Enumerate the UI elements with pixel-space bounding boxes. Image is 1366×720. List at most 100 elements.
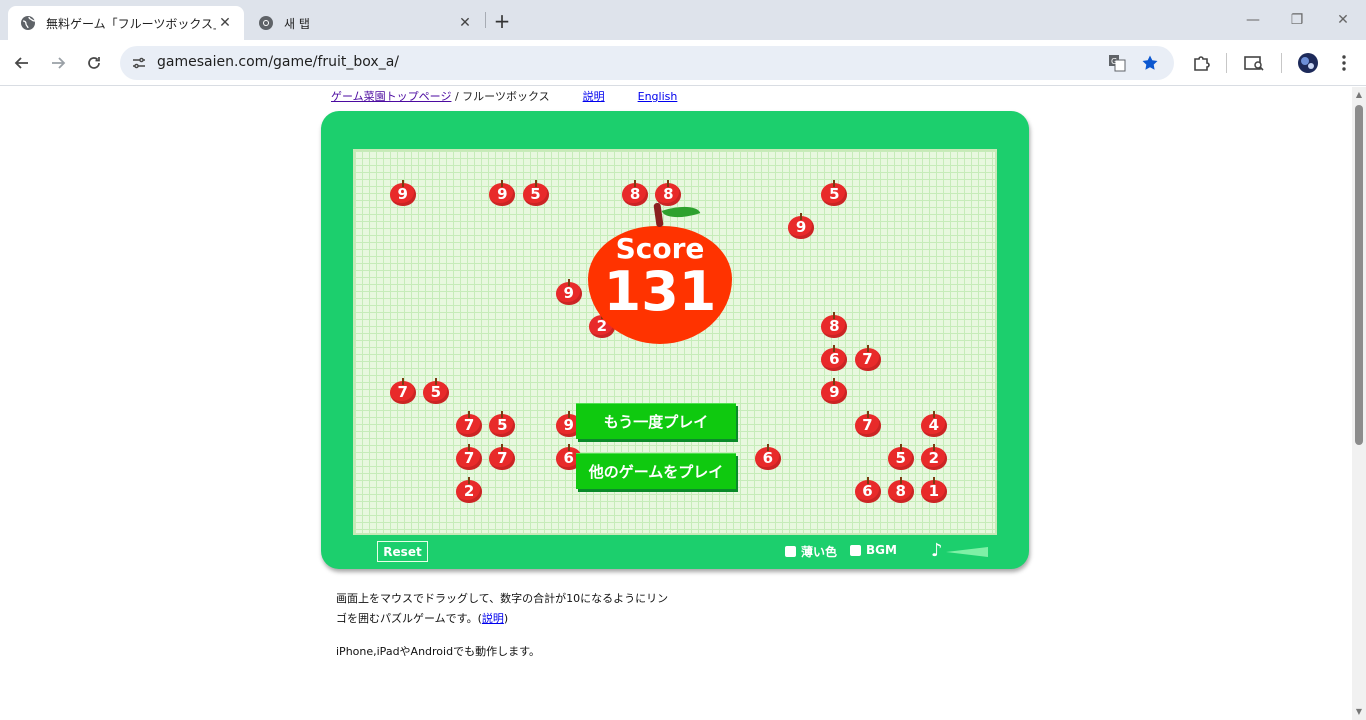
apple-tile[interactable]: 2 (920, 444, 947, 470)
apple-number: 9 (563, 284, 574, 302)
apple-tile[interactable]: 9 (788, 213, 815, 239)
apple-number: 2 (463, 482, 475, 500)
apple-tile[interactable]: 7 (456, 444, 483, 470)
other-games-button[interactable]: 他のゲームをプレイ (576, 453, 736, 489)
apple-number: 7 (497, 449, 508, 467)
help-link[interactable]: 説明 (583, 90, 605, 103)
apple-number: 5 (829, 185, 840, 203)
toolbar-separator (1226, 53, 1227, 73)
apple-tile[interactable]: 9 (389, 180, 416, 206)
apple-number: 5 (530, 185, 541, 203)
profile-avatar[interactable] (1296, 51, 1320, 75)
apple-tile[interactable]: 7 (389, 378, 416, 404)
description-help-link[interactable]: 説明 (482, 612, 504, 625)
address-bar[interactable]: gamesaien.com/game/fruit_box_a/ G (120, 46, 1174, 80)
apple-number: 9 (497, 185, 508, 203)
scroll-up-arrow-icon[interactable]: ▲ (1354, 90, 1364, 100)
toolbar-separator (1281, 53, 1282, 73)
minimize-icon[interactable]: — (1230, 6, 1276, 34)
tab-separator (485, 12, 486, 28)
apple-number: 2 (928, 449, 940, 467)
game-board[interactable]: 995885992867759759747766522681 Score 131… (353, 149, 997, 535)
apple-tile[interactable]: 7 (854, 411, 881, 437)
new-tab-plus-icon[interactable]: + (490, 9, 514, 33)
pale-color-checkbox[interactable] (785, 546, 796, 557)
apple-tile[interactable]: 7 (456, 411, 483, 437)
close-tab-icon[interactable]: ✕ (456, 14, 474, 32)
pale-color-toggle[interactable]: 薄い色 (785, 543, 837, 560)
volume-slider[interactable] (946, 547, 988, 557)
chrome-icon (258, 15, 274, 31)
reset-button[interactable]: Reset (377, 541, 428, 562)
reload-icon[interactable] (80, 49, 108, 77)
apple-number: 7 (862, 350, 873, 368)
svg-text:G: G (1111, 57, 1117, 66)
apple-tile[interactable]: 8 (887, 477, 914, 503)
tab-search-icon[interactable] (1242, 51, 1266, 75)
apple-number: 1 (928, 482, 940, 500)
apple-tile[interactable]: 5 (489, 411, 516, 437)
bgm-label: BGM (866, 543, 897, 557)
apple-tile[interactable]: 9 (821, 378, 848, 404)
apple-tile[interactable]: 2 (456, 477, 483, 503)
page-scrollbar[interactable]: ▲ ▼ (1352, 87, 1366, 720)
menu-kebab-icon[interactable] (1332, 51, 1356, 75)
apple-number: 6 (829, 350, 840, 368)
tab-fruit-box[interactable]: 無料ゲーム「フルーツボックス」 ✕ (8, 6, 244, 40)
url-text: gamesaien.com/game/fruit_box_a/ (157, 54, 400, 70)
apple-tile[interactable]: 6 (754, 444, 781, 470)
back-arrow-icon[interactable] (8, 49, 36, 77)
apple-tile[interactable]: 6 (854, 477, 881, 503)
score-value: 131 (603, 260, 717, 323)
bookmark-star-icon[interactable] (1139, 52, 1161, 74)
apple-tile[interactable]: 7 (489, 444, 516, 470)
english-link[interactable]: English (638, 90, 678, 103)
page-content: ゲーム菜園トップページ / フルーツボックス 説明 English 9 9 5 8 8 5… (0, 87, 1352, 720)
apple-number: 9 (829, 383, 840, 401)
apple-tile[interactable]: 5 (522, 180, 549, 206)
apple-number: 9 (795, 218, 807, 236)
apple-number: 8 (895, 482, 906, 500)
apple-tile[interactable]: 6 (821, 345, 848, 371)
apple-number: 5 (430, 383, 442, 401)
apple-number: 8 (829, 317, 840, 335)
close-tab-icon[interactable]: ✕ (216, 14, 234, 32)
apple-number: 7 (397, 383, 408, 401)
apple-number: 4 (928, 416, 940, 434)
description-text: ゴを囲むパズルゲームです。( (336, 612, 482, 625)
apple-tile[interactable]: 5 (422, 378, 449, 404)
bgm-toggle[interactable]: BGM (850, 543, 897, 557)
apple-tile[interactable]: 9 (489, 180, 516, 206)
apple-tile[interactable]: 1 (920, 477, 947, 503)
music-note-icon: ♪ (931, 540, 943, 561)
apple-number: 5 (497, 416, 508, 434)
forward-arrow-icon[interactable] (44, 49, 72, 77)
extensions-puzzle-icon[interactable] (1189, 51, 1213, 75)
restore-icon[interactable]: ❐ (1274, 6, 1320, 34)
close-window-icon[interactable]: ✕ (1320, 6, 1366, 34)
scroll-down-arrow-icon[interactable]: ▼ (1354, 707, 1364, 717)
home-link[interactable]: ゲーム菜園トップページ (331, 90, 451, 103)
tab-strip: 無料ゲーム「フルーツボックス」 ✕ 새 탭 ✕ + — ❐ ✕ (0, 0, 1366, 40)
tab-title: 無料ゲーム「フルーツボックス」 (46, 16, 216, 31)
apple-tile[interactable]: 7 (854, 345, 881, 371)
apple-tile[interactable]: 4 (920, 411, 947, 437)
scrollbar-thumb[interactable] (1355, 105, 1363, 445)
apple-number: 6 (762, 449, 774, 467)
apple-tile[interactable]: 8 (821, 312, 848, 338)
tab-title: 새 탭 (284, 16, 310, 31)
breadcrumb-separator: / (454, 90, 459, 103)
apple-number: 7 (862, 416, 873, 434)
translate-icon[interactable]: G (1106, 52, 1128, 74)
apple-tile[interactable]: 5 (821, 180, 848, 206)
apple-tile[interactable]: 9 (555, 279, 582, 305)
apple-tile[interactable]: 5 (887, 444, 914, 470)
description-line-2: ゴを囲むパズルゲームです。(説明) (336, 610, 508, 626)
bgm-checkbox[interactable] (850, 544, 861, 556)
score-apple: Score 131 (588, 199, 732, 344)
site-info-icon[interactable] (128, 52, 150, 74)
replay-button[interactable]: もう一度プレイ (576, 403, 736, 439)
tab-new-tab[interactable]: 새 탭 ✕ (246, 6, 484, 40)
description-text: ) (503, 612, 509, 625)
apple-number: 7 (463, 416, 475, 434)
